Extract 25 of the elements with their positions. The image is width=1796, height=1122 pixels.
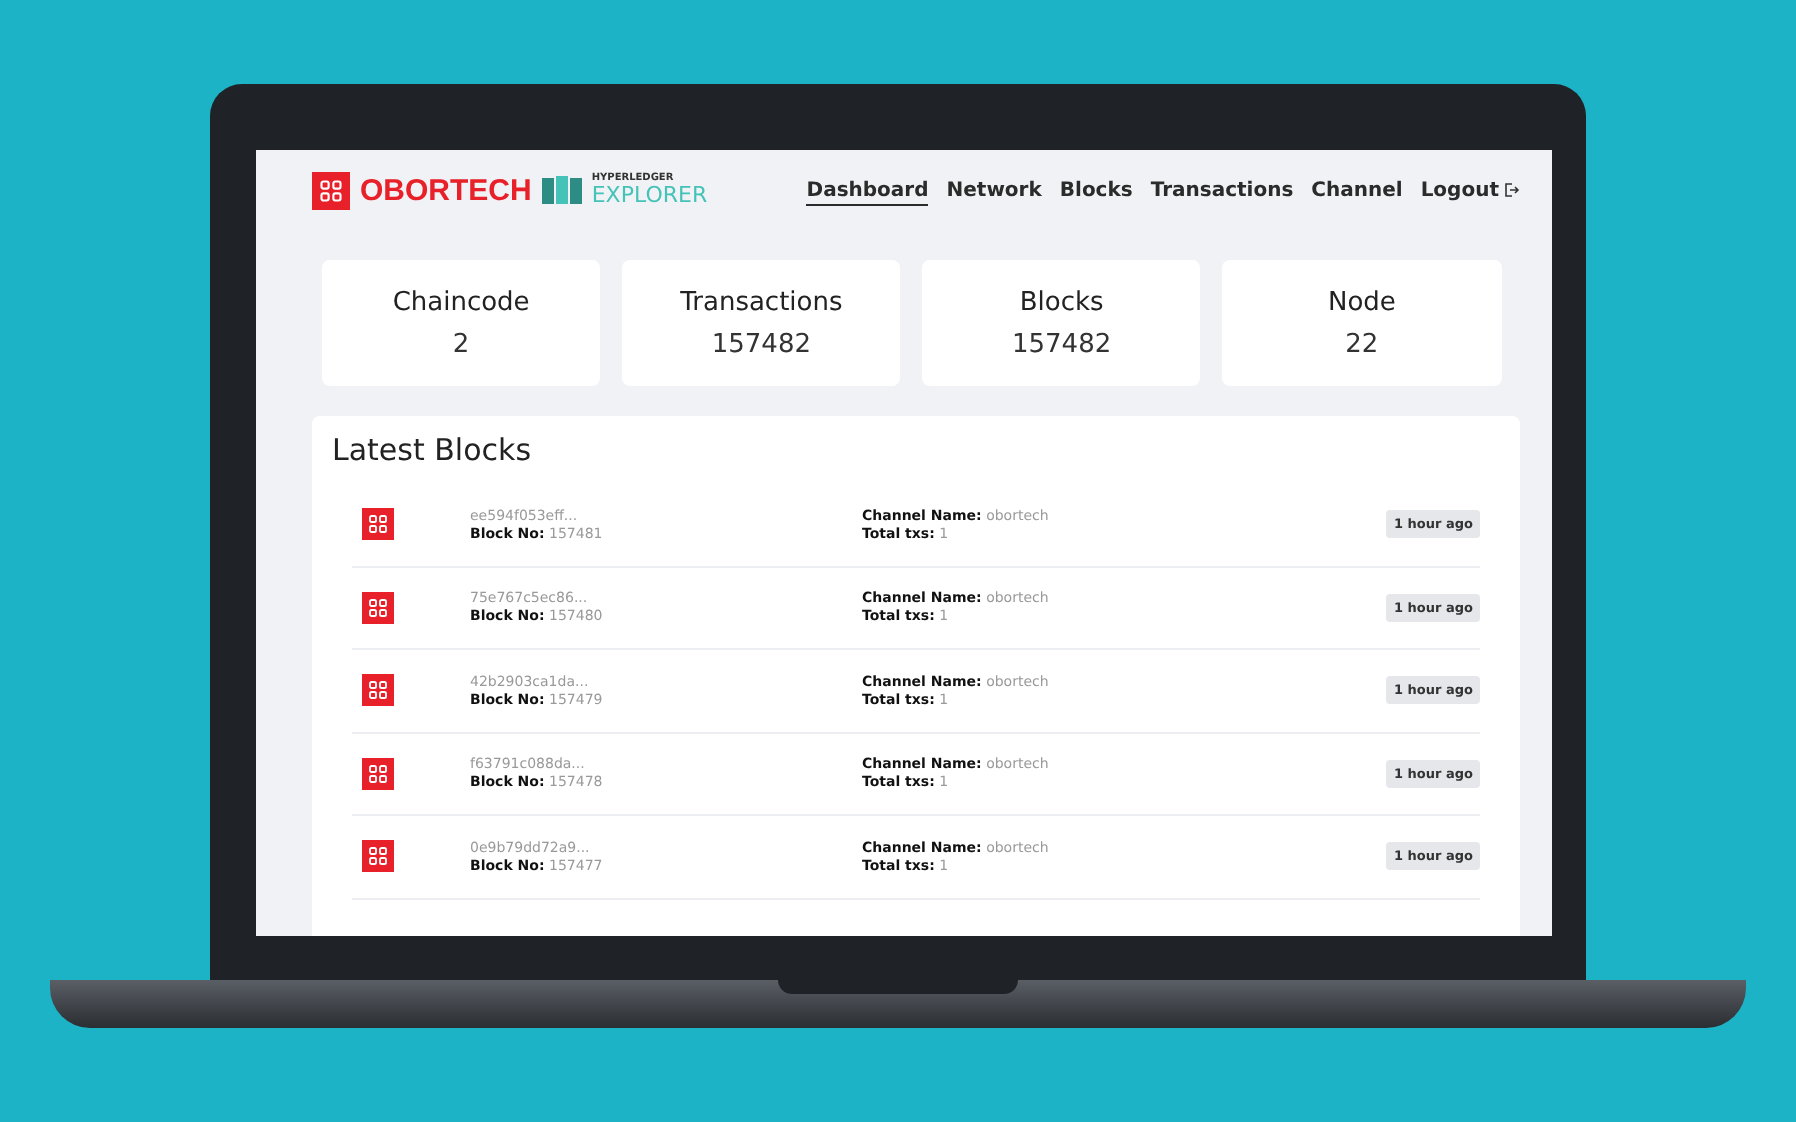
books-icon — [541, 176, 582, 204]
panel-title: Latest Blocks — [332, 432, 534, 468]
stat-label: Chaincode — [392, 287, 530, 317]
nav-link[interactable]: Transactions — [1150, 175, 1294, 205]
block-icon — [362, 591, 394, 624]
nav-link[interactable]: Dashboard — [806, 175, 929, 205]
stat-label: Node — [1327, 287, 1396, 317]
block-icon — [362, 674, 394, 707]
stat-value: 157482 — [1011, 329, 1112, 359]
logout-icon — [1504, 182, 1521, 198]
brand-name: OBORTECH — [360, 173, 532, 207]
block-icon — [362, 840, 394, 873]
stat-value: 157482 — [711, 329, 811, 359]
nav-link[interactable]: Blocks — [1059, 175, 1133, 205]
nav-link[interactable]: Network — [946, 175, 1042, 205]
block-icon — [312, 171, 350, 209]
nav-link[interactable]: Channel — [1311, 175, 1403, 205]
product-name: EXPLORER — [591, 184, 708, 206]
block-icon — [362, 757, 394, 790]
block-icon — [362, 508, 394, 541]
stat-value: 22 — [1345, 329, 1379, 359]
stat-label: Blocks — [1019, 287, 1104, 317]
nav-link[interactable]: Logout — [1420, 175, 1521, 205]
stat-value: 2 — [452, 329, 470, 359]
stat-label: Transactions — [680, 287, 843, 317]
